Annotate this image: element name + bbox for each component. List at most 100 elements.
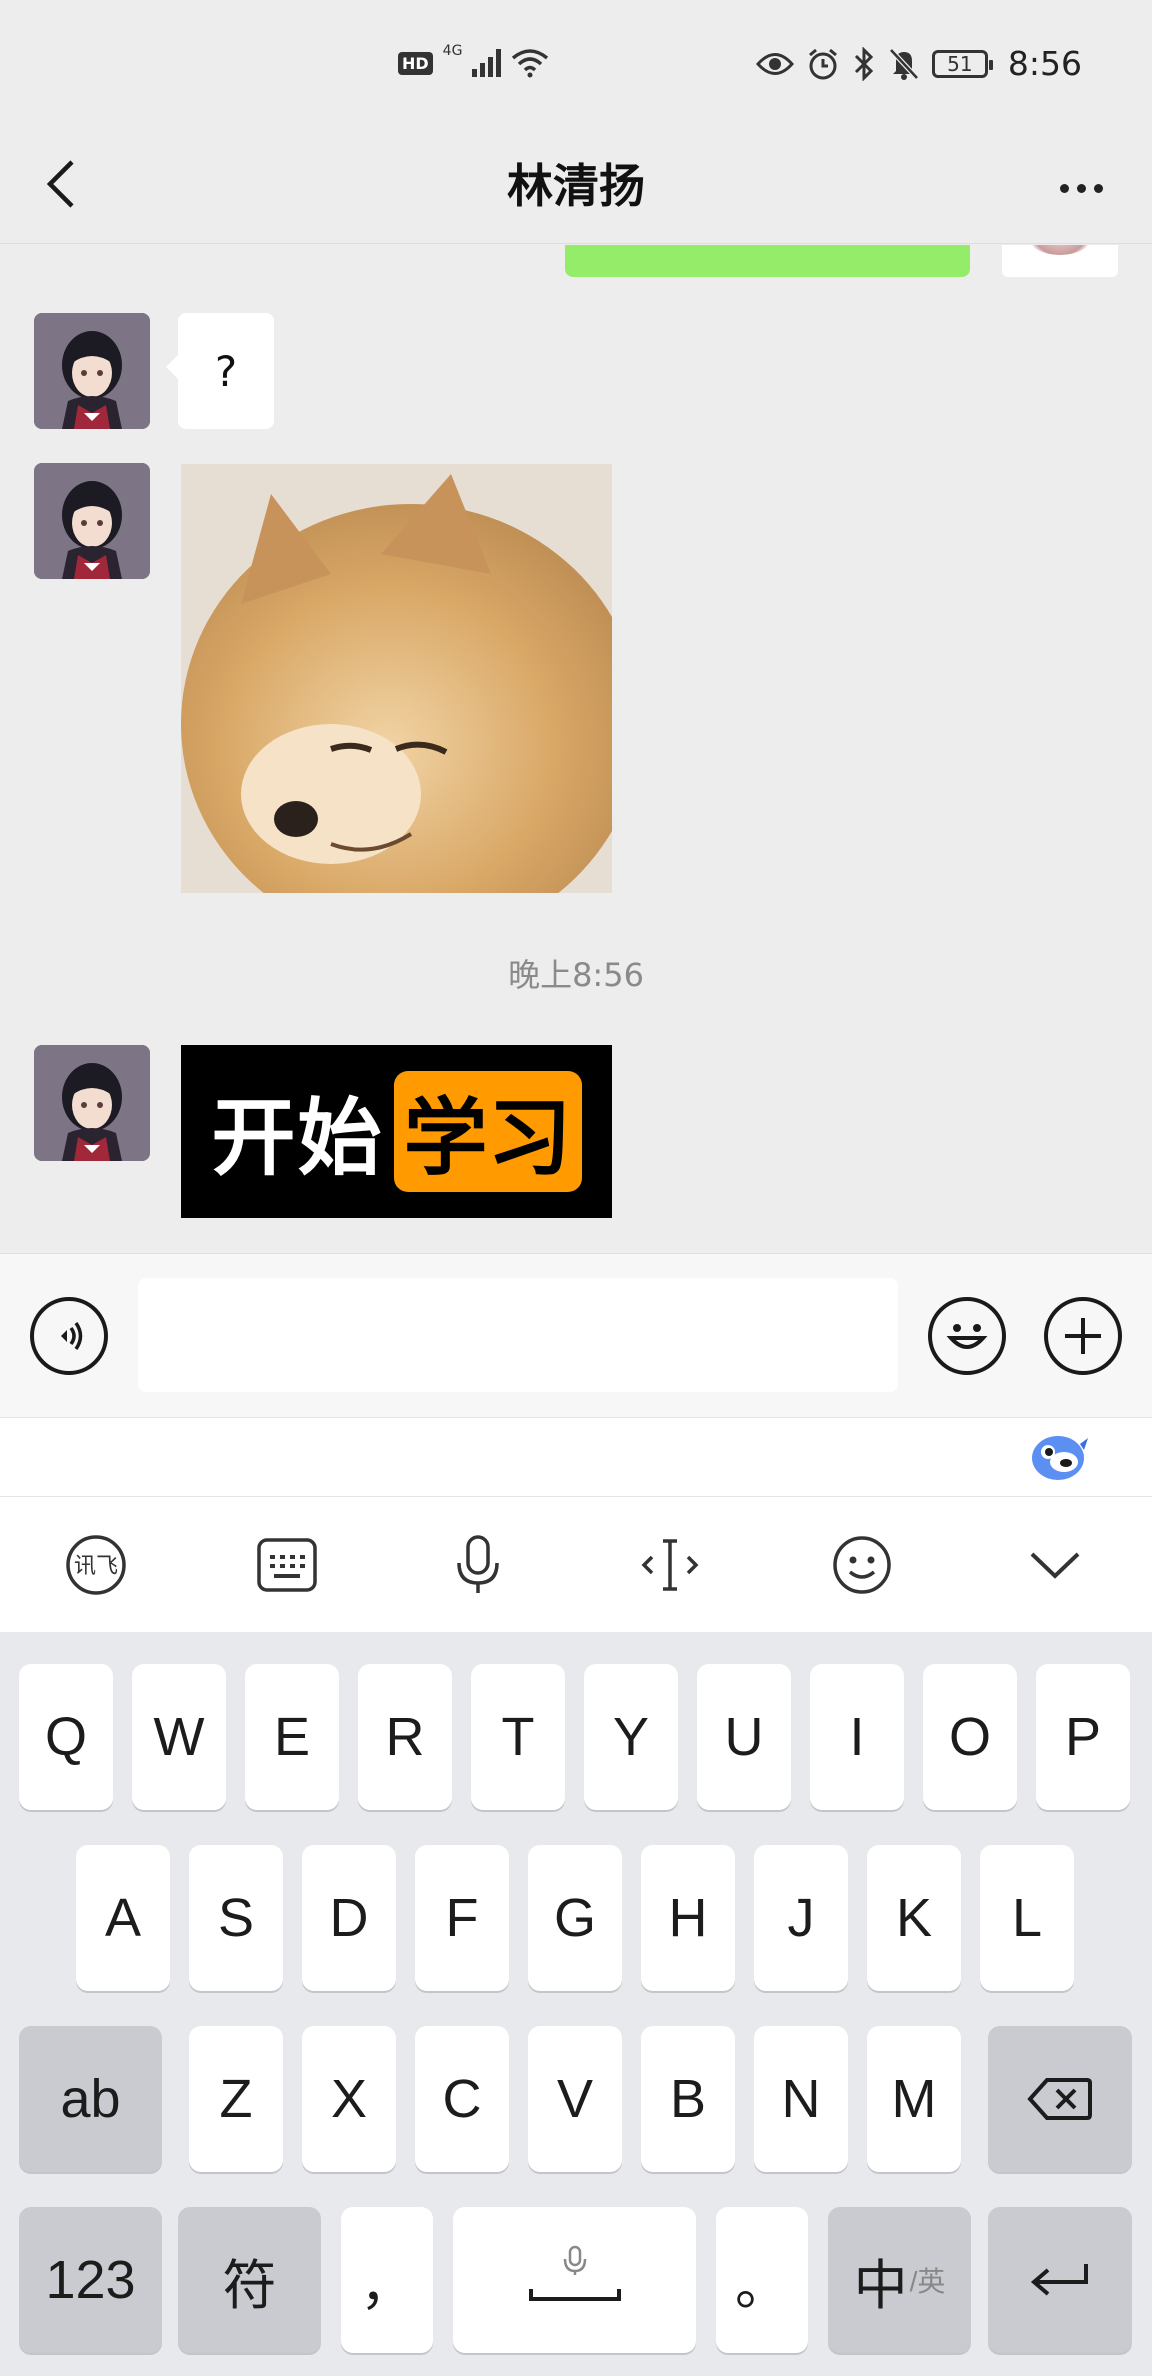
contact-avatar[interactable]: [34, 463, 150, 579]
message-text-input[interactable]: [138, 1278, 898, 1392]
key-g[interactable]: G: [528, 1845, 622, 1991]
received-text-bubble[interactable]: ?: [166, 313, 274, 429]
dot-icon: [1093, 183, 1103, 193]
anime-girl-avatar-icon: [34, 463, 150, 579]
enter-arrow-icon: [1030, 2264, 1088, 2296]
iflytek-logo-button[interactable]: 讯飞: [58, 1527, 134, 1603]
lang-sub-label: /英: [909, 2266, 946, 2297]
cursor-icon: [641, 1539, 699, 1591]
sent-message-bubble[interactable]: [565, 245, 970, 277]
dot-icon: [1059, 183, 1069, 193]
message-text: ?: [214, 346, 238, 396]
keyboard-toolbar: 讯飞: [0, 1497, 1152, 1632]
iflytek-logo-icon: 讯飞: [66, 1535, 126, 1595]
dot-icon: [1076, 183, 1086, 193]
key-t[interactable]: T: [471, 1664, 565, 1810]
key-a[interactable]: A: [76, 1845, 170, 1991]
key-l[interactable]: L: [980, 1845, 1074, 1991]
pomeranian-sticker-image[interactable]: [181, 464, 612, 893]
key-j[interactable]: J: [754, 1845, 848, 1991]
contact-avatar[interactable]: [34, 313, 150, 429]
key-i[interactable]: I: [810, 1664, 904, 1810]
key-p[interactable]: P: [1036, 1664, 1130, 1810]
cell-signal-icon: [472, 49, 502, 77]
message-timestamp: 晚上8:56: [508, 956, 644, 994]
key-s[interactable]: S: [189, 1845, 283, 1991]
network-type: 4G: [442, 43, 463, 59]
key-c[interactable]: C: [415, 2026, 509, 2172]
status-time: 8:56: [1007, 44, 1082, 83]
key-q[interactable]: Q: [19, 1664, 113, 1810]
dog-image-icon: [181, 464, 612, 893]
battery-indicator: 51: [931, 49, 993, 78]
backspace-icon: [1027, 2078, 1092, 2120]
wifi-icon: [512, 49, 549, 78]
more-functions-button[interactable]: [1044, 1297, 1122, 1375]
status-right: 51 8:56: [755, 44, 1082, 83]
keyboard-switch-button[interactable]: [249, 1527, 325, 1603]
key-b[interactable]: B: [641, 2026, 735, 2172]
collapse-keyboard-button[interactable]: [1017, 1527, 1093, 1603]
microphone-icon: [457, 1535, 499, 1593]
key-m[interactable]: M: [867, 2026, 961, 2172]
key-numbers[interactable]: 123: [19, 2207, 162, 2353]
key-n[interactable]: N: [754, 2026, 848, 2172]
status-bar: HD 4G 51 8:56: [0, 0, 1152, 132]
anime-girl-avatar-icon: [34, 313, 150, 429]
sticker-text-study: 学习: [393, 1071, 582, 1192]
more-options-button[interactable]: [1046, 158, 1116, 218]
chat-header: 林清扬: [0, 132, 1152, 244]
key-d[interactable]: D: [302, 1845, 396, 1991]
bluetooth-icon: [854, 46, 874, 81]
message-list[interactable]: ? 晚上8:56 开始 学习: [0, 245, 1152, 1253]
mute-bell-icon: [889, 47, 919, 80]
smiley-icon: [946, 1324, 988, 1349]
key-v[interactable]: V: [528, 2026, 622, 2172]
emoji-panel-button[interactable]: [824, 1527, 900, 1603]
anime-girl-avatar-icon: [34, 1045, 150, 1161]
chat-title: 林清扬: [507, 159, 645, 213]
chat-screen: HD 4G 51 8:56 林清扬 ? 晚上8:56 开始 学习 讯飞 Q W …: [0, 0, 1152, 2376]
key-r[interactable]: R: [358, 1664, 452, 1810]
collapse-chevron-icon: [1030, 1552, 1080, 1579]
key-abc-case[interactable]: ab: [19, 2026, 162, 2172]
study-sticker-image[interactable]: 开始 学习: [181, 1045, 612, 1218]
key-e[interactable]: E: [245, 1664, 339, 1810]
key-x[interactable]: X: [302, 2026, 396, 2172]
key-y[interactable]: Y: [584, 1664, 678, 1810]
hd-badge: HD: [398, 51, 433, 75]
emoji-icon: [833, 1536, 891, 1594]
key-z[interactable]: Z: [189, 2026, 283, 2172]
alarm-icon: [808, 48, 837, 79]
sticker-text-start: 开始: [211, 1089, 384, 1187]
contact-avatar[interactable]: [34, 1045, 150, 1161]
key-u[interactable]: U: [697, 1664, 791, 1810]
keyboard-icon: [257, 1538, 317, 1592]
space-key[interactable]: [453, 2207, 696, 2353]
key-comma[interactable]: ，: [341, 2207, 433, 2353]
key-h[interactable]: H: [641, 1845, 735, 1991]
key-f[interactable]: F: [415, 1845, 509, 1991]
emoji-button[interactable]: [928, 1297, 1006, 1375]
self-avatar[interactable]: [1002, 245, 1118, 277]
message-input-bar: [0, 1253, 1152, 1417]
iflytek-mascot-icon[interactable]: [1028, 1430, 1088, 1482]
keyboard: Q W E R T Y U I O P A S D F G H J K L ab…: [0, 1632, 1152, 2376]
voice-wave-icon: [61, 1322, 83, 1350]
keyboard-candidate-strip: [0, 1417, 1152, 1497]
svg-text:讯飞: 讯飞: [74, 1554, 118, 1579]
backspace-key[interactable]: [988, 2026, 1132, 2172]
key-symbols[interactable]: 符: [178, 2207, 321, 2353]
voice-typing-button[interactable]: [440, 1527, 516, 1603]
key-w[interactable]: W: [132, 1664, 226, 1810]
key-k[interactable]: K: [867, 1845, 961, 1991]
key-chinese-english-toggle[interactable]: 中/英: [828, 2207, 971, 2353]
cursor-move-button[interactable]: [632, 1527, 708, 1603]
voice-input-button[interactable]: [30, 1297, 108, 1375]
lang-main-label: 中: [853, 2255, 908, 2316]
key-o[interactable]: O: [923, 1664, 1017, 1810]
key-period[interactable]: 。: [716, 2207, 808, 2353]
enter-key[interactable]: [988, 2207, 1132, 2353]
plus-icon: [1065, 1318, 1101, 1354]
status-left: HD 4G: [398, 43, 549, 78]
